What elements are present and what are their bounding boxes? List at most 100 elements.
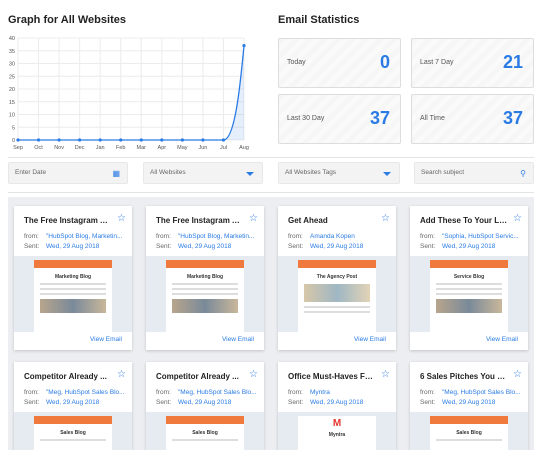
x-tick-label: Jul xyxy=(220,145,227,151)
from-row: from: "Sophia, HubSpot Servic... xyxy=(420,233,519,240)
stat-all-time: All Time 37 xyxy=(411,94,534,144)
star-icon[interactable]: ☆ xyxy=(117,369,126,380)
view-email-link[interactable]: View Email xyxy=(354,336,386,343)
star-icon[interactable]: ☆ xyxy=(381,213,390,224)
email-subject: The Free Instagram A... xyxy=(156,216,244,225)
data-point xyxy=(119,138,123,142)
sent-row: Sent: Wed, 29 Aug 2018 xyxy=(420,399,496,406)
series-line xyxy=(18,45,245,141)
email-card[interactable]: 6 Sales Pitches You N... ☆ from: "Meg, Hu… xyxy=(410,362,528,450)
graph-title: Graph for All Websites xyxy=(8,14,126,26)
view-email-link[interactable]: View Email xyxy=(486,336,518,343)
sent-value: Wed, 29 Aug 2018 xyxy=(442,399,496,406)
search-icon[interactable]: ⚲ xyxy=(520,169,526,178)
from-row: from: Amanda Kopen xyxy=(288,233,355,240)
stat-value: 0 xyxy=(379,52,390,72)
from-value: "Meg, HubSpot Sales Blo... xyxy=(46,389,125,396)
x-tick-label: Oct xyxy=(34,145,43,151)
sent-value: Wed, 29 Aug 2018 xyxy=(178,399,232,406)
websites-select-value: All Websites xyxy=(150,169,186,176)
data-point xyxy=(16,138,20,142)
data-point xyxy=(201,138,205,142)
from-value: "HubSpot Blog, Marketin... xyxy=(46,233,123,240)
sent-row: Sent: Wed, 29 Aug 2018 xyxy=(24,399,100,406)
from-row: from: Myntra xyxy=(288,389,330,396)
email-card[interactable]: Get Ahead ☆ from: Amanda Kopen Sent: Wed, … xyxy=(278,206,396,350)
x-tick-label: Feb xyxy=(116,145,125,151)
websites-select[interactable]: All Websites xyxy=(143,162,263,184)
star-icon[interactable]: ☆ xyxy=(249,213,258,224)
data-point xyxy=(98,138,102,142)
series-area xyxy=(18,45,244,140)
email-preview: Marketing Blog xyxy=(146,256,264,332)
from-row: from: "HubSpot Blog, Marketin... xyxy=(24,233,123,240)
stat-value: 37 xyxy=(369,108,390,128)
divider xyxy=(8,157,534,158)
sent-value: Wed, 29 Aug 2018 xyxy=(310,399,364,406)
view-email-link[interactable]: View Email xyxy=(90,336,122,343)
sent-row: Sent: Wed, 29 Aug 2018 xyxy=(420,243,496,250)
y-tick-label: 0 xyxy=(12,138,15,144)
stat-value: 37 xyxy=(502,108,523,128)
stat-label: Last 7 Day xyxy=(420,59,454,66)
tags-select[interactable]: All Websites Tags xyxy=(278,162,400,184)
data-point xyxy=(160,138,164,142)
search-input[interactable]: Search subject ⚲ xyxy=(414,162,534,184)
view-email-link[interactable]: View Email xyxy=(222,336,254,343)
sent-row: Sent: Wed, 29 Aug 2018 xyxy=(156,243,232,250)
from-row: from: "Meg, HubSpot Sales Blo... xyxy=(24,389,125,396)
y-tick-label: 30 xyxy=(9,62,15,68)
email-card[interactable]: The Free Instagram A... ☆ from: "HubSpot … xyxy=(146,206,264,350)
from-value: "Sophia, HubSpot Servic... xyxy=(442,233,519,240)
email-preview: The Agency Post xyxy=(278,256,396,332)
from-value: Myntra xyxy=(310,389,330,396)
email-card[interactable]: Competitor Already ... ☆ from: "Meg, HubS… xyxy=(146,362,264,450)
email-subject: Competitor Already ... xyxy=(24,372,107,381)
from-value: Amanda Kopen xyxy=(310,233,355,240)
email-subject: Office Must-Haves Fo... xyxy=(288,372,376,381)
stat-last-30-day: Last 30 Day 37 xyxy=(278,94,401,144)
data-point xyxy=(221,138,226,142)
email-card[interactable]: Office Must-Haves Fo... ☆ from: Myntra Se… xyxy=(278,362,396,450)
email-card[interactable]: The Free Instagram A... ☆ from: "HubSpot … xyxy=(14,206,132,350)
sent-row: Sent: Wed, 29 Aug 2018 xyxy=(156,399,232,406)
divider xyxy=(8,192,534,193)
sent-value: Wed, 29 Aug 2018 xyxy=(178,243,232,250)
stat-today: Today 0 xyxy=(278,38,401,88)
star-icon[interactable]: ☆ xyxy=(513,369,522,380)
email-preview: Marketing Blog xyxy=(14,256,132,332)
email-subject: 6 Sales Pitches You N... xyxy=(420,372,508,381)
email-card[interactable]: Add These To Your Lis... ☆ from: "Sophia,… xyxy=(410,206,528,350)
sent-row: Sent: Wed, 29 Aug 2018 xyxy=(288,243,364,250)
x-tick-label: May xyxy=(177,145,188,151)
star-icon[interactable]: ☆ xyxy=(117,213,126,224)
star-icon[interactable]: ☆ xyxy=(381,369,390,380)
email-card[interactable]: Competitor Already ... ☆ from: "Meg, HubS… xyxy=(14,362,132,450)
date-placeholder: Enter Date xyxy=(15,169,47,176)
email-subject: Get Ahead xyxy=(288,216,328,225)
from-row: from: "Meg, HubSpot Sales Blo... xyxy=(156,389,257,396)
stat-label: Today xyxy=(287,59,306,66)
y-tick-label: 5 xyxy=(12,125,15,131)
stats-title: Email Statistics xyxy=(278,14,360,26)
stat-label: All Time xyxy=(420,115,445,122)
email-preview: M Myntra xyxy=(278,412,396,450)
y-tick-label: 20 xyxy=(9,87,15,93)
date-input[interactable]: Enter Date ▦ xyxy=(8,162,128,184)
from-value: "Meg, HubSpot Sales Blo... xyxy=(178,389,257,396)
stat-last-7-day: Last 7 Day 21 xyxy=(411,38,534,88)
data-point xyxy=(78,138,82,142)
sent-row: Sent: Wed, 29 Aug 2018 xyxy=(24,243,100,250)
y-tick-label: 25 xyxy=(9,74,15,80)
data-point xyxy=(242,44,246,48)
star-icon[interactable]: ☆ xyxy=(513,213,522,224)
from-row: from: "HubSpot Blog, Marketin... xyxy=(156,233,255,240)
stat-label: Last 30 Day xyxy=(287,115,325,122)
from-value: "Meg, HubSpot Sales Blo... xyxy=(442,389,521,396)
sent-value: Wed, 29 Aug 2018 xyxy=(310,243,364,250)
y-tick-label: 10 xyxy=(9,113,15,119)
star-icon[interactable]: ☆ xyxy=(249,369,258,380)
x-tick-label: Apr xyxy=(158,145,167,151)
email-subject: The Free Instagram A... xyxy=(24,216,112,225)
x-tick-label: Mar xyxy=(137,145,147,151)
